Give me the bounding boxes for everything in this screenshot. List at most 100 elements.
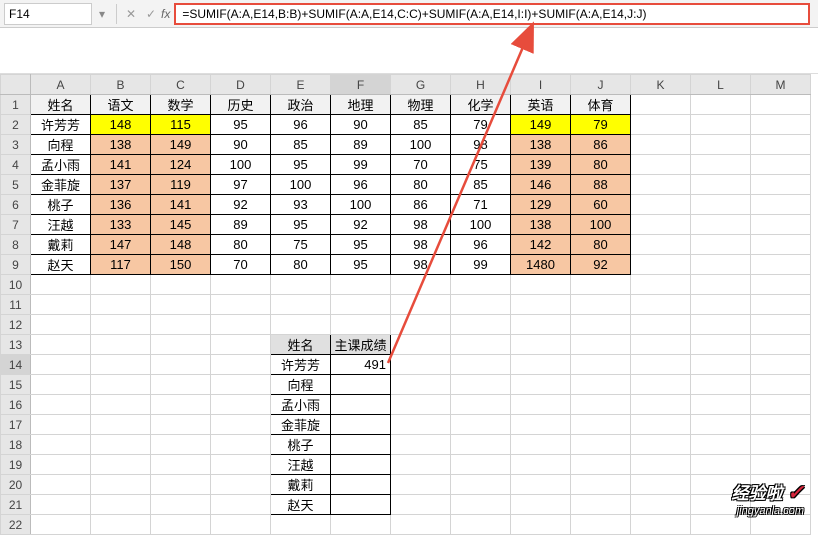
cell[interactable]: 95 xyxy=(211,115,271,135)
cell[interactable]: 145 xyxy=(151,215,211,235)
cell[interactable] xyxy=(151,435,211,455)
cell[interactable] xyxy=(391,375,451,395)
cell[interactable]: 90 xyxy=(211,135,271,155)
cell[interactable]: 赵天 xyxy=(271,495,331,515)
cell[interactable] xyxy=(91,455,151,475)
cell[interactable] xyxy=(211,415,271,435)
cell[interactable]: 汪越 xyxy=(31,215,91,235)
cell[interactable]: 85 xyxy=(271,135,331,155)
cell[interactable]: 71 xyxy=(451,195,511,215)
cell[interactable] xyxy=(271,275,331,295)
row-header[interactable]: 14 xyxy=(1,355,31,375)
cell[interactable] xyxy=(91,395,151,415)
cell[interactable] xyxy=(151,335,211,355)
cell[interactable] xyxy=(631,195,691,215)
cell[interactable]: 90 xyxy=(331,115,391,135)
cell[interactable] xyxy=(691,155,751,175)
cell[interactable]: 赵天 xyxy=(31,255,91,275)
row-header[interactable]: 1 xyxy=(1,95,31,115)
formula-input[interactable]: =SUMIF(A:A,E14,B:B)+SUMIF(A:A,E14,C:C)+S… xyxy=(174,3,810,25)
cell[interactable] xyxy=(631,295,691,315)
cell[interactable]: 117 xyxy=(91,255,151,275)
cell[interactable] xyxy=(91,295,151,315)
cell[interactable] xyxy=(91,435,151,455)
cell[interactable] xyxy=(31,395,91,415)
cell[interactable] xyxy=(631,275,691,295)
cell[interactable] xyxy=(691,315,751,335)
cell[interactable] xyxy=(391,275,451,295)
cell[interactable]: 95 xyxy=(271,155,331,175)
col-header[interactable]: F xyxy=(331,75,391,95)
cell[interactable]: 98 xyxy=(391,235,451,255)
row-header[interactable]: 20 xyxy=(1,475,31,495)
cell[interactable] xyxy=(691,355,751,375)
cell[interactable] xyxy=(451,455,511,475)
cell[interactable]: 95 xyxy=(271,215,331,235)
cell[interactable] xyxy=(211,355,271,375)
cell[interactable] xyxy=(631,315,691,335)
cell[interactable] xyxy=(751,115,811,135)
col-header[interactable]: C xyxy=(151,75,211,95)
cell[interactable] xyxy=(31,315,91,335)
cell[interactable] xyxy=(691,395,751,415)
cell[interactable] xyxy=(691,475,751,495)
select-all-corner[interactable] xyxy=(1,75,31,95)
cell[interactable] xyxy=(31,475,91,495)
cell[interactable] xyxy=(751,235,811,255)
cell[interactable] xyxy=(331,415,391,435)
cell[interactable]: 149 xyxy=(151,135,211,155)
cell[interactable] xyxy=(451,275,511,295)
row-header[interactable]: 22 xyxy=(1,515,31,535)
fx-icon[interactable]: fx xyxy=(161,7,170,21)
cell[interactable]: 戴莉 xyxy=(271,475,331,495)
cell[interactable] xyxy=(751,175,811,195)
cell[interactable] xyxy=(571,455,631,475)
cell[interactable] xyxy=(691,375,751,395)
cell[interactable] xyxy=(31,435,91,455)
cell[interactable] xyxy=(91,355,151,375)
cell[interactable]: 姓名 xyxy=(271,335,331,355)
cell[interactable] xyxy=(631,215,691,235)
cell[interactable]: 141 xyxy=(151,195,211,215)
cell[interactable]: 138 xyxy=(91,135,151,155)
row-header[interactable]: 9 xyxy=(1,255,31,275)
cell[interactable] xyxy=(511,455,571,475)
cell[interactable]: 89 xyxy=(211,215,271,235)
cell[interactable]: 119 xyxy=(151,175,211,195)
row-header[interactable]: 5 xyxy=(1,175,31,195)
col-header[interactable]: I xyxy=(511,75,571,95)
cell[interactable] xyxy=(91,515,151,535)
cell[interactable] xyxy=(751,495,811,515)
cell[interactable] xyxy=(571,295,631,315)
cell[interactable]: 146 xyxy=(511,175,571,195)
cell[interactable] xyxy=(91,475,151,495)
cell[interactable] xyxy=(571,275,631,295)
cell[interactable] xyxy=(751,515,811,535)
cell[interactable]: 97 xyxy=(211,175,271,195)
cell[interactable] xyxy=(331,455,391,475)
cell[interactable] xyxy=(631,135,691,155)
cell[interactable] xyxy=(391,415,451,435)
cell[interactable] xyxy=(631,175,691,195)
cell[interactable]: 孟小雨 xyxy=(271,395,331,415)
row-header[interactable]: 21 xyxy=(1,495,31,515)
cell[interactable]: 148 xyxy=(151,235,211,255)
cell[interactable] xyxy=(211,455,271,475)
cell[interactable] xyxy=(451,495,511,515)
cell[interactable]: 75 xyxy=(451,155,511,175)
cell[interactable]: 138 xyxy=(511,135,571,155)
spreadsheet-grid[interactable]: A B C D E F G H I J K L M 1 姓名 语文 数学 历史 … xyxy=(0,74,811,535)
cell[interactable] xyxy=(631,355,691,375)
cell[interactable]: 许芳芳 xyxy=(31,115,91,135)
row-header[interactable]: 13 xyxy=(1,335,31,355)
cell[interactable] xyxy=(211,475,271,495)
cell[interactable] xyxy=(751,275,811,295)
cell[interactable]: 语文 xyxy=(91,95,151,115)
row-header[interactable]: 19 xyxy=(1,455,31,475)
cell[interactable]: 戴莉 xyxy=(31,235,91,255)
cell[interactable] xyxy=(331,395,391,415)
cell[interactable]: 100 xyxy=(331,195,391,215)
cell[interactable] xyxy=(511,355,571,375)
cell[interactable]: 79 xyxy=(451,115,511,135)
cell[interactable]: 92 xyxy=(331,215,391,235)
